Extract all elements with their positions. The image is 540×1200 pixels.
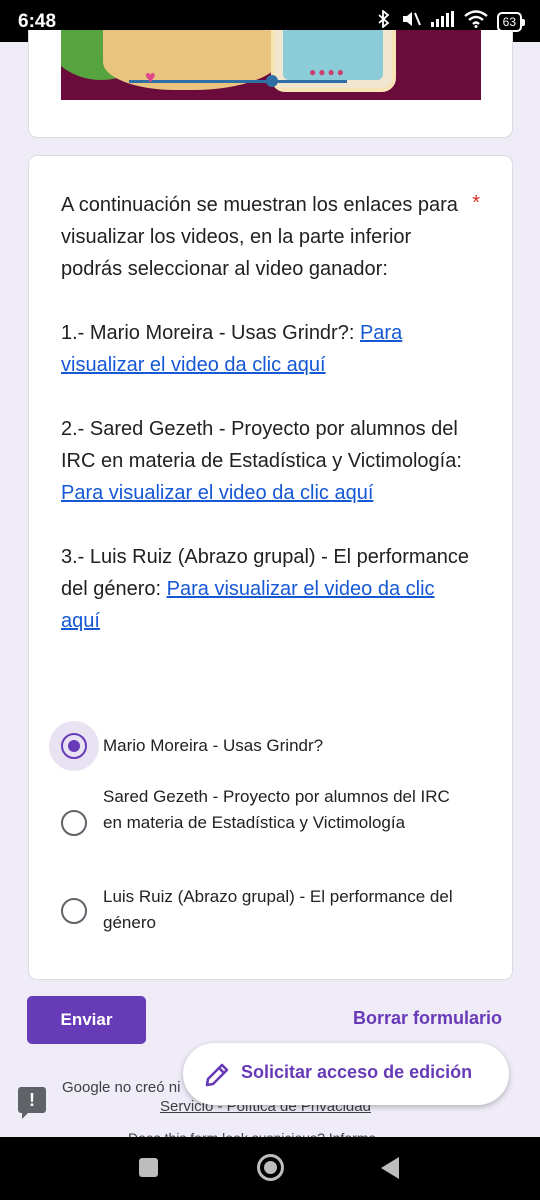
radio-button[interactable] <box>61 898 87 924</box>
battery-icon: 63 <box>496 11 526 32</box>
home-icon[interactable] <box>257 1154 284 1181</box>
radio-option-3[interactable]: Luis Ruiz (Abrazo grupal) - El performan… <box>29 884 512 940</box>
video-item-1: 1.- Mario Moreira - Usas Grindr?: Para v… <box>61 317 471 381</box>
radio-option-1[interactable]: Mario Moreira - Usas Grindr? <box>29 719 512 773</box>
radio-button-selected[interactable] <box>61 733 87 759</box>
radio-option-2[interactable]: Sared Gezeth - Proyecto por alumnos del … <box>29 784 512 864</box>
clear-form-button[interactable]: Borrar formulario <box>353 1008 502 1029</box>
header-banner-image: ♥ ●●●● <box>61 30 481 100</box>
request-edit-access-label: Solicitar acceso de edición <box>241 1062 473 1082</box>
signal-icon <box>430 11 455 32</box>
footer-disclaimer: Google no creó ni <box>62 1079 181 1096</box>
request-edit-access-button[interactable]: Solicitar acceso de edición <box>183 1043 509 1105</box>
question-card: A continuación se muestran los enlaces p… <box>28 155 513 980</box>
required-marker: * <box>472 192 480 214</box>
system-nav-bar <box>0 1137 540 1200</box>
radio-option-label: Luis Ruiz (Abrazo grupal) - El performan… <box>103 887 453 932</box>
question-intro: A continuación se muestran los enlaces p… <box>61 194 458 280</box>
report-icon[interactable]: ! <box>18 1087 46 1119</box>
submit-button[interactable]: Enviar <box>27 996 146 1044</box>
video-link-2[interactable]: Para visualizar el video da clic aquí <box>61 482 373 504</box>
radio-button[interactable] <box>61 810 87 836</box>
header-image-card: ♥ ●●●● <box>28 30 513 138</box>
radio-option-label: Sared Gezeth - Proyecto por alumnos del … <box>103 787 450 832</box>
radio-option-label: Mario Moreira - Usas Grindr? <box>103 736 324 755</box>
back-icon[interactable] <box>381 1157 399 1179</box>
video-item-1-title: 1.- Mario Moreira - Usas Grindr?: <box>61 322 360 344</box>
pencil-icon <box>203 1061 231 1089</box>
question-text: A continuación se muestran los enlaces p… <box>61 189 471 637</box>
video-item-2: 2.- Sared Gezeth - Proyecto por alumnos … <box>61 413 471 509</box>
video-item-3: 3.- Luis Ruiz (Abrazo grupal) - El perfo… <box>61 541 471 637</box>
video-item-2-title: 2.- Sared Gezeth - Proyecto por alumnos … <box>61 418 462 472</box>
recents-icon[interactable] <box>139 1158 158 1177</box>
